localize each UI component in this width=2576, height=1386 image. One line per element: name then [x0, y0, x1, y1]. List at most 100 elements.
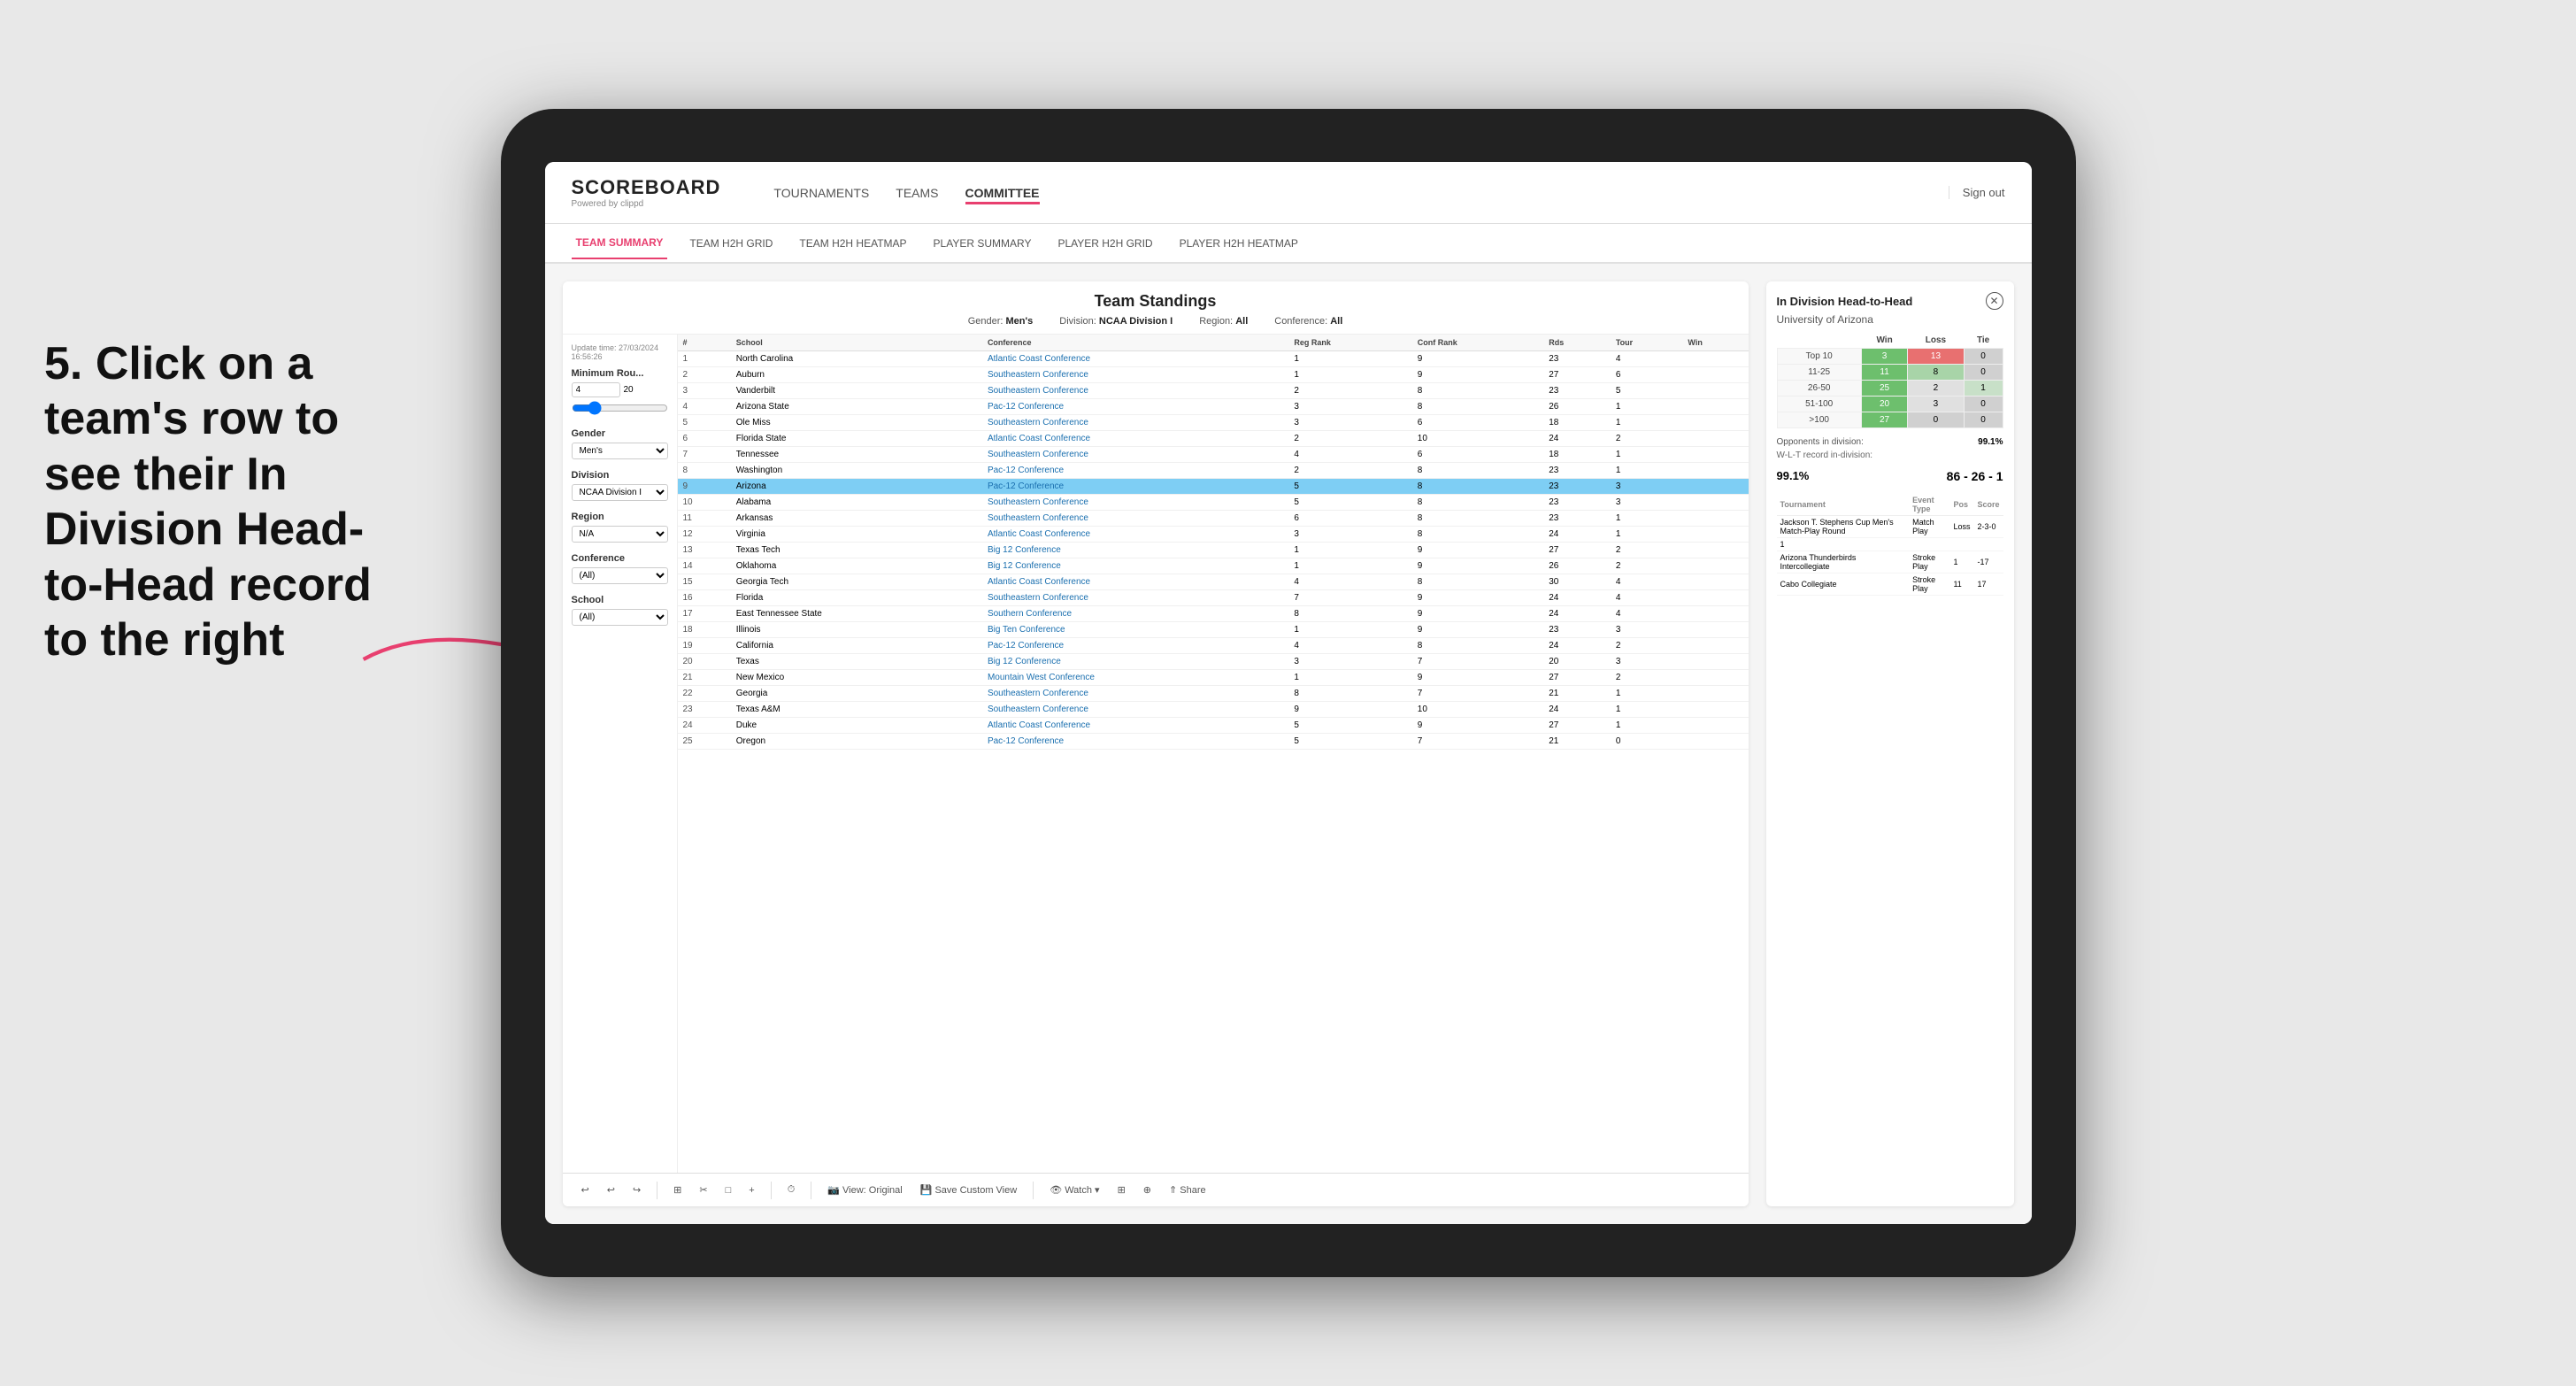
nav-committee[interactable]: COMMITTEE — [965, 181, 1040, 204]
conf-rank-4: 8 — [1412, 399, 1543, 415]
sub-nav: TEAM SUMMARY TEAM H2H GRID TEAM H2H HEAT… — [545, 224, 2032, 264]
tour-16: 4 — [1611, 590, 1683, 606]
subnav-player-h2h-grid[interactable]: PLAYER H2H GRID — [1053, 228, 1157, 258]
rds-11: 23 — [1543, 511, 1611, 527]
toolbar-undo[interactable]: ↩ — [576, 1182, 595, 1198]
toolbar-redo[interactable]: ↪ — [627, 1182, 646, 1198]
win-7 — [1682, 447, 1748, 463]
standings-row-20[interactable]: 20 Texas Big 12 Conference 3 7 20 3 — [678, 654, 1749, 670]
standings-row-8[interactable]: 8 Washington Pac-12 Conference 2 8 23 1 — [678, 463, 1749, 479]
conf-rank-11: 8 — [1412, 511, 1543, 527]
standings-row-21[interactable]: 21 New Mexico Mountain West Conference 1… — [678, 670, 1749, 686]
standings-row-5[interactable]: 5 Ole Miss Southeastern Conference 3 6 1… — [678, 415, 1749, 431]
nav-teams[interactable]: TEAMS — [896, 181, 938, 204]
standings-row-22[interactable]: 22 Georgia Southeastern Conference 8 7 2… — [678, 686, 1749, 702]
reg-rank-13: 1 — [1288, 543, 1411, 558]
toolbar-sep2 — [771, 1182, 772, 1199]
toolbar-watch[interactable]: 👁 Watch ▾ — [1044, 1182, 1104, 1198]
conf-6: Atlantic Coast Conference — [982, 431, 1288, 447]
conf-1: Atlantic Coast Conference — [982, 351, 1288, 367]
standings-row-18[interactable]: 18 Illinois Big Ten Conference 1 9 23 3 — [678, 622, 1749, 638]
toolbar-view-original[interactable]: 📷 View: Original — [822, 1182, 907, 1198]
toolbar-add[interactable]: ⊕ — [1138, 1182, 1157, 1198]
rds-4: 26 — [1543, 399, 1611, 415]
reg-rank-25: 5 — [1288, 734, 1411, 750]
conf-11: Southeastern Conference — [982, 511, 1288, 527]
conf-20: Big 12 Conference — [982, 654, 1288, 670]
filter-region: Region N/A East West — [572, 512, 668, 543]
win-12 — [1682, 527, 1748, 543]
win-4 — [1682, 399, 1748, 415]
toolbar-save-custom[interactable]: 💾 Save Custom View — [915, 1182, 1022, 1198]
conf-10: Southeastern Conference — [982, 495, 1288, 511]
conf-4: Pac-12 Conference — [982, 399, 1288, 415]
reg-rank-24: 5 — [1288, 718, 1411, 734]
toolbar-undo2[interactable]: ↩ — [602, 1182, 620, 1198]
standings-row-6[interactable]: 6 Florida State Atlantic Coast Conferenc… — [678, 431, 1749, 447]
standings-row-24[interactable]: 24 Duke Atlantic Coast Conference 5 9 27… — [678, 718, 1749, 734]
subnav-team-h2h-grid[interactable]: TEAM H2H GRID — [685, 228, 777, 258]
toolbar-scissors[interactable]: ✂ — [694, 1182, 712, 1198]
h2h-row-top10: Top 10 3 13 0 — [1777, 349, 2003, 365]
subnav-team-h2h-heatmap[interactable]: TEAM H2H HEATMAP — [795, 228, 911, 258]
h2h-row-26-50: 26-50 25 2 1 — [1777, 381, 2003, 397]
nav-tournaments[interactable]: TOURNAMENTS — [773, 181, 869, 204]
school-select[interactable]: (All) — [572, 609, 668, 626]
toolbar-grid[interactable]: ⊞ — [668, 1182, 687, 1198]
sign-out-button[interactable]: Sign out — [1949, 186, 2005, 199]
rds-20: 20 — [1543, 654, 1611, 670]
rank-4: 4 — [678, 399, 731, 415]
reg-rank-8: 2 — [1288, 463, 1411, 479]
standings-row-12[interactable]: 12 Virginia Atlantic Coast Conference 3 … — [678, 527, 1749, 543]
conf-rank-20: 7 — [1412, 654, 1543, 670]
win-16 — [1682, 590, 1748, 606]
col-conference: Conference — [982, 335, 1288, 351]
min-rounds-input[interactable] — [572, 382, 620, 397]
col-conf-rank: Conf Rank — [1412, 335, 1543, 351]
gender-select[interactable]: Men's Women's — [572, 443, 668, 459]
standings-row-7[interactable]: 7 Tennessee Southeastern Conference 4 6 … — [678, 447, 1749, 463]
standings-row-9[interactable]: 9 Arizona Pac-12 Conference 5 8 23 3 — [678, 479, 1749, 495]
standings-row-11[interactable]: 11 Arkansas Southeastern Conference 6 8 … — [678, 511, 1749, 527]
toolbar-plus[interactable]: + — [743, 1182, 759, 1198]
standings-row-25[interactable]: 25 Oregon Pac-12 Conference 5 7 21 0 — [678, 734, 1749, 750]
standings-row-3[interactable]: 3 Vanderbilt Southeastern Conference 2 8… — [678, 383, 1749, 399]
conference-select[interactable]: (All) Atlantic Coast Conference Southeas… — [572, 567, 668, 584]
win-13 — [1682, 543, 1748, 558]
col-rds: Rds — [1543, 335, 1611, 351]
standings-row-13[interactable]: 13 Texas Tech Big 12 Conference 1 9 27 2 — [678, 543, 1749, 558]
subnav-team-summary[interactable]: TEAM SUMMARY — [572, 227, 668, 259]
standings-row-17[interactable]: 17 East Tennessee State Southern Confere… — [678, 606, 1749, 622]
standings-row-15[interactable]: 15 Georgia Tech Atlantic Coast Conferenc… — [678, 574, 1749, 590]
rds-7: 18 — [1543, 447, 1611, 463]
region-select[interactable]: N/A East West — [572, 526, 668, 543]
standings-row-1[interactable]: 1 North Carolina Atlantic Coast Conferen… — [678, 351, 1749, 367]
standings-row-23[interactable]: 23 Texas A&M Southeastern Conference 9 1… — [678, 702, 1749, 718]
win-5 — [1682, 415, 1748, 431]
division-select[interactable]: NCAA Division I NCAA Division II NCAA Di… — [572, 484, 668, 501]
standings-row-14[interactable]: 14 Oklahoma Big 12 Conference 1 9 26 2 — [678, 558, 1749, 574]
standings-row-4[interactable]: 4 Arizona State Pac-12 Conference 3 8 26… — [678, 399, 1749, 415]
t-name-1: Jackson T. Stephens Cup Men's Match-Play… — [1777, 516, 1910, 538]
subnav-player-summary[interactable]: PLAYER SUMMARY — [929, 228, 1036, 258]
h2h-row-51-100: 51-100 20 3 0 — [1777, 397, 2003, 412]
toolbar-copy[interactable]: □ — [720, 1182, 737, 1198]
subnav-player-h2h-heatmap[interactable]: PLAYER H2H HEATMAP — [1175, 228, 1303, 258]
rank-8: 8 — [678, 463, 731, 479]
conf-rank-23: 10 — [1412, 702, 1543, 718]
standings-row-10[interactable]: 10 Alabama Southeastern Conference 5 8 2… — [678, 495, 1749, 511]
toolbar-timer[interactable]: ⏱ — [782, 1182, 801, 1198]
t-col-pos: Pos — [1949, 494, 1973, 516]
standings-row-16[interactable]: 16 Florida Southeastern Conference 7 9 2… — [678, 590, 1749, 606]
toolbar-share[interactable]: ⇑ Share — [1164, 1182, 1211, 1198]
h2h-col-loss: Loss — [1908, 333, 1964, 349]
standings-row-19[interactable]: 19 California Pac-12 Conference 4 8 24 2 — [678, 638, 1749, 654]
panel-title: Team Standings — [581, 292, 1731, 311]
tour-23: 1 — [1611, 702, 1683, 718]
h2h-close-button[interactable]: ✕ — [1986, 292, 2003, 310]
rds-12: 24 — [1543, 527, 1611, 543]
conf-rank-21: 9 — [1412, 670, 1543, 686]
toolbar-grid2[interactable]: ⊞ — [1112, 1182, 1131, 1198]
standings-row-2[interactable]: 2 Auburn Southeastern Conference 1 9 27 … — [678, 367, 1749, 383]
min-rounds-slider[interactable] — [572, 401, 668, 415]
